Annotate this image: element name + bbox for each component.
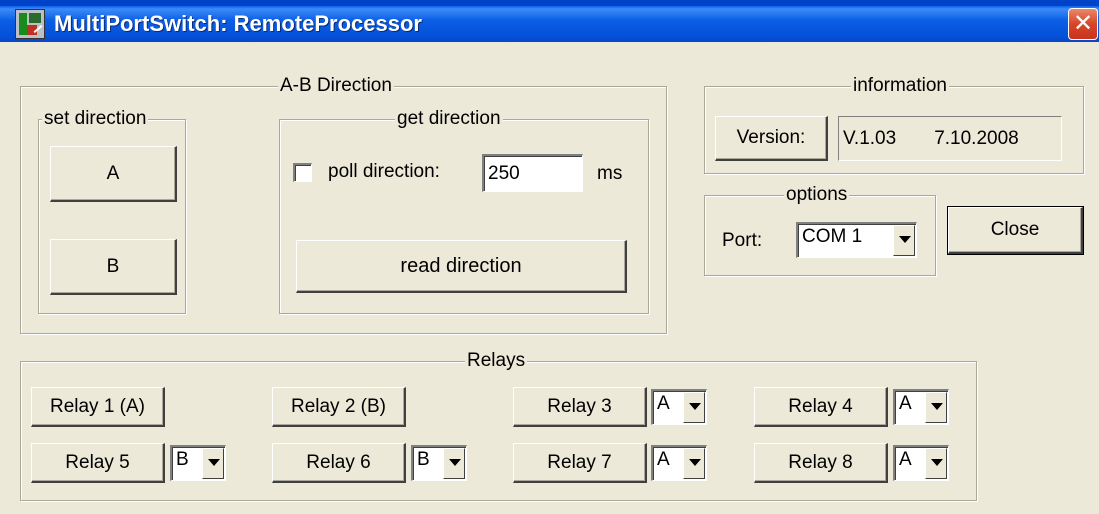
- relay-4-button[interactable]: Relay 4: [754, 387, 888, 427]
- relay-6-select-value: B: [417, 449, 430, 470]
- relay-4-select-value: A: [899, 393, 912, 414]
- relay-2-button[interactable]: Relay 2 (B): [272, 387, 406, 427]
- relay-6-select[interactable]: B: [411, 445, 467, 481]
- chevron-down-icon[interactable]: [443, 448, 465, 479]
- chevron-down-icon[interactable]: [683, 448, 705, 479]
- chevron-down-icon[interactable]: [893, 225, 915, 256]
- poll-interval-input[interactable]: 250: [482, 154, 583, 192]
- relay-7-select[interactable]: A: [651, 445, 707, 481]
- app-icon: [15, 9, 45, 39]
- version-value: V.1.03: [843, 127, 897, 149]
- port-select-value: COM 1: [802, 226, 863, 247]
- relay-3-select[interactable]: A: [651, 389, 707, 425]
- relay-3-button[interactable]: Relay 3: [513, 387, 647, 427]
- relay-5-select[interactable]: B: [170, 445, 226, 481]
- set-direction-legend: set direction: [42, 108, 149, 130]
- relay-7-select-value: A: [657, 449, 670, 470]
- relay-5-button[interactable]: Relay 5: [31, 443, 165, 483]
- chevron-down-icon[interactable]: [925, 392, 947, 423]
- port-label: Port:: [722, 230, 763, 251]
- relay-3-select-value: A: [657, 393, 670, 414]
- port-select[interactable]: COM 1: [796, 222, 917, 258]
- relays-legend: Relays: [465, 350, 528, 372]
- ab-direction-legend: A-B Direction: [278, 75, 394, 97]
- poll-unit-label: ms: [597, 163, 623, 184]
- chevron-down-icon[interactable]: [202, 448, 224, 479]
- chevron-down-icon[interactable]: [925, 448, 947, 479]
- close-button[interactable]: Close: [947, 206, 1084, 255]
- get-direction-legend: get direction: [395, 108, 503, 130]
- relay-6-button[interactable]: Relay 6: [272, 443, 406, 483]
- read-direction-button[interactable]: read direction: [296, 240, 627, 293]
- close-x-icon[interactable]: ✕: [1068, 8, 1098, 40]
- direction-a-button[interactable]: A: [50, 146, 177, 202]
- chevron-down-icon[interactable]: [683, 392, 705, 423]
- direction-b-button[interactable]: B: [50, 239, 177, 295]
- relay-8-select[interactable]: A: [893, 445, 949, 481]
- information-legend: information: [851, 75, 949, 97]
- relay-8-button[interactable]: Relay 8: [754, 443, 888, 483]
- relay-5-select-value: B: [176, 449, 189, 470]
- title-bar[interactable]: MultiPortSwitch: RemoteProcessor ✕: [0, 0, 1099, 42]
- relay-4-select[interactable]: A: [893, 389, 949, 425]
- relay-8-select-value: A: [899, 449, 912, 470]
- relay-7-button[interactable]: Relay 7: [513, 443, 647, 483]
- poll-direction-label: poll direction:: [328, 161, 440, 182]
- version-button[interactable]: Version:: [715, 116, 828, 161]
- version-date: 7.10.2008: [934, 127, 1019, 149]
- version-display: V.1.03 7.10.2008: [838, 116, 1062, 161]
- poll-direction-checkbox[interactable]: [293, 163, 312, 182]
- options-legend: options: [784, 184, 850, 206]
- relay-1-button[interactable]: Relay 1 (A): [31, 387, 165, 427]
- window-title: MultiPortSwitch: RemoteProcessor: [54, 11, 422, 36]
